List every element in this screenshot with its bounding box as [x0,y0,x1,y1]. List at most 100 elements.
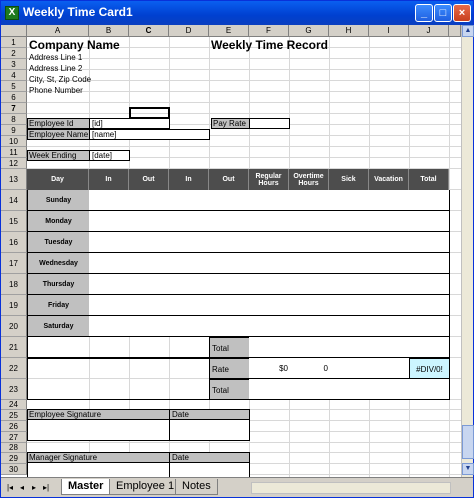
tab-notes[interactable]: Notes [175,479,218,495]
employee-name-field[interactable]: [name] [89,129,210,140]
tab-master[interactable]: Master [61,479,111,495]
time-entry-cell[interactable] [289,316,330,337]
summary-cell[interactable] [249,337,290,358]
row-header[interactable]: 20 [1,316,27,337]
row-header[interactable]: 2 [1,48,27,59]
time-entry-cell[interactable] [289,232,330,253]
time-entry-cell[interactable] [249,211,290,232]
row-header[interactable]: 5 [1,81,27,92]
address-line-2[interactable]: Address Line 2 [29,64,82,73]
row-header[interactable]: 1 [1,37,27,48]
time-entry-cell[interactable] [209,295,250,316]
time-entry-cell[interactable] [369,232,410,253]
employee-signature-field[interactable] [27,419,170,441]
time-entry-cell[interactable] [249,316,290,337]
row-header[interactable]: 24 [1,400,27,410]
time-entry-cell[interactable] [169,295,210,316]
time-entry-cell[interactable] [409,253,450,274]
row-header[interactable]: 13 [1,169,27,190]
row-header[interactable]: 30 [1,464,27,475]
time-entry-cell[interactable] [409,232,450,253]
column-header-k[interactable] [449,25,461,37]
excel-app-icon[interactable]: X [5,6,19,20]
tab-employee-1[interactable]: Employee 1 [109,479,182,495]
time-entry-cell[interactable] [129,274,170,295]
minimize-button[interactable]: _ [415,4,433,22]
time-entry-cell[interactable] [329,211,370,232]
summary-cell[interactable] [369,358,410,379]
summary-cell[interactable] [409,337,450,358]
time-entry-cell[interactable] [209,316,250,337]
time-entry-cell[interactable] [169,316,210,337]
week-ending-field[interactable]: [date] [89,150,130,161]
cell-grid[interactable]: Company Name Weekly Time Record Address … [27,37,461,477]
time-entry-cell[interactable] [169,253,210,274]
address-line-1[interactable]: Address Line 1 [29,53,82,62]
time-entry-cell[interactable] [369,253,410,274]
row-header[interactable]: 3 [1,59,27,70]
time-entry-cell[interactable] [89,295,130,316]
column-header-e[interactable]: E [209,25,249,37]
time-entry-cell[interactable] [129,232,170,253]
column-header-g[interactable]: G [289,25,329,37]
time-entry-cell[interactable] [169,232,210,253]
row-header[interactable]: 22 [1,358,27,379]
time-entry-cell[interactable] [89,190,130,211]
time-entry-cell[interactable] [329,190,370,211]
time-entry-cell[interactable] [369,316,410,337]
time-entry-cell[interactable] [209,253,250,274]
company-name[interactable]: Company Name [29,38,120,52]
time-entry-cell[interactable] [329,316,370,337]
summary-cell[interactable] [369,337,410,358]
row-header[interactable]: 4 [1,70,27,81]
time-entry-cell[interactable] [409,316,450,337]
row-header[interactable]: 18 [1,274,27,295]
time-entry-cell[interactable] [289,295,330,316]
row-header[interactable]: 17 [1,253,27,274]
time-entry-cell[interactable] [169,190,210,211]
column-header-f[interactable]: F [249,25,289,37]
worksheet[interactable]: A B C D E F G H I J 1 2 3 4 5 6 7 8 9 10 11 12 13 14 1… [1,25,461,477]
summary-cell[interactable] [329,337,370,358]
time-entry-cell[interactable] [129,211,170,232]
summary-cell[interactable] [409,379,450,400]
time-entry-cell[interactable] [369,274,410,295]
time-entry-cell[interactable] [89,211,130,232]
time-entry-cell[interactable] [289,274,330,295]
row-header[interactable]: 8 [1,114,27,125]
horizontal-scrollbar[interactable] [251,482,451,494]
time-entry-cell[interactable] [249,274,290,295]
column-header-h[interactable]: H [329,25,369,37]
time-entry-cell[interactable] [129,253,170,274]
column-header-d[interactable]: D [169,25,209,37]
time-entry-cell[interactable] [329,232,370,253]
time-entry-cell[interactable] [209,190,250,211]
time-entry-cell[interactable] [369,190,410,211]
employee-id-field[interactable]: [id] [89,118,170,129]
time-entry-cell[interactable] [89,232,130,253]
phone-number[interactable]: Phone Number [29,86,83,95]
column-header-c[interactable]: C [129,25,169,37]
rate-total-value[interactable]: #DIV/0! [409,358,450,379]
row-header[interactable]: 23 [1,379,27,400]
rate-overtime-value[interactable]: 0 [289,358,330,379]
last-sheet-icon[interactable]: ▸| [41,482,51,494]
summary-cell[interactable] [369,379,410,400]
document-title[interactable]: Weekly Time Record [211,38,328,52]
row-header[interactable]: 26 [1,421,27,432]
time-entry-cell[interactable] [129,316,170,337]
pay-rate-field[interactable] [249,118,290,129]
city-state-zip[interactable]: City, St, Zip Code [29,75,91,84]
time-entry-cell[interactable] [129,190,170,211]
row-header[interactable]: 16 [1,232,27,253]
row-header[interactable]: 6 [1,92,27,103]
time-entry-cell[interactable] [409,295,450,316]
row-header[interactable]: 19 [1,295,27,316]
time-entry-cell[interactable] [409,274,450,295]
summary-cell[interactable] [289,379,330,400]
select-all-corner[interactable] [1,25,27,37]
time-entry-cell[interactable] [249,253,290,274]
row-header[interactable]: 10 [1,136,27,147]
time-entry-cell[interactable] [89,253,130,274]
time-entry-cell[interactable] [249,232,290,253]
